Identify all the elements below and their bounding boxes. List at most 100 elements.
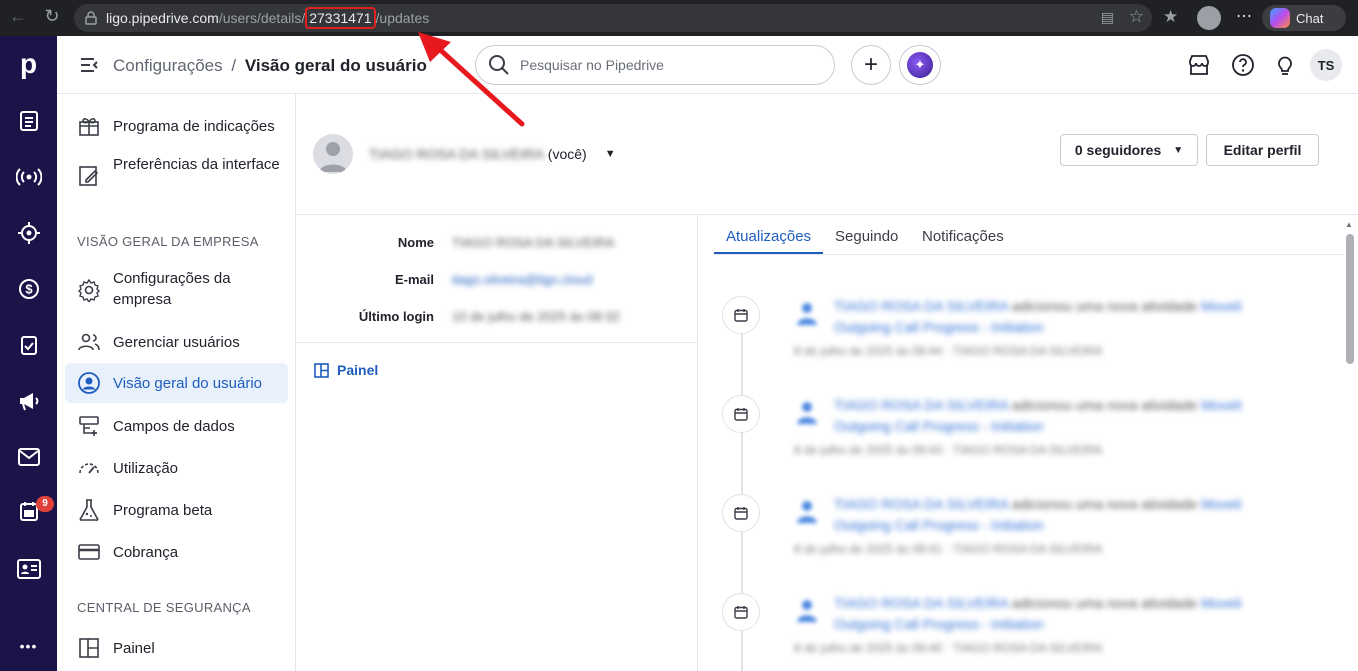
- sidebar-item-label: Programa de indicações: [113, 117, 275, 135]
- profile-avatar-icon[interactable]: [1197, 6, 1221, 30]
- last-login-value: 10 de julho de 2025 às 08:32: [452, 309, 620, 324]
- feed-item: TIAGO ROSA DA SILVEIRA adicionou uma nov…: [794, 593, 1274, 663]
- panel-link-label: Painel: [337, 362, 379, 378]
- caret-down-icon[interactable]: ▼: [605, 148, 616, 160]
- nav-deals-icon[interactable]: $: [0, 269, 57, 309]
- feed-actor[interactable]: TIAGO ROSA DA SILVEIRA: [834, 397, 1008, 413]
- feed-meta: 8 de julho de 2025 às 09:44 · TIAGO ROSA…: [794, 344, 1103, 358]
- dashboard-icon: [79, 638, 99, 658]
- person-icon: [797, 402, 817, 424]
- panel-link[interactable]: Painel: [314, 362, 378, 378]
- sidebar-item-company-settings[interactable]: Configurações da empresa: [65, 268, 288, 312]
- scroll-up-icon[interactable]: ▲: [1345, 220, 1353, 229]
- address-bar[interactable]: ligo.pipedrive.com/users/details/2733147…: [74, 4, 1152, 32]
- edit-profile-button[interactable]: Editar perfil: [1206, 134, 1319, 166]
- feed-item: TIAGO ROSA DA SILVEIRA adicionou uma nov…: [794, 296, 1274, 366]
- reload-icon[interactable]: ↻: [38, 6, 66, 27]
- you-label: (você): [547, 146, 587, 162]
- feed-meta: 8 de julho de 2025 às 09:40 · TIAGO ROSA…: [794, 641, 1103, 655]
- scrollbar-thumb[interactable]: [1346, 234, 1354, 364]
- followers-dropdown-button[interactable]: 0 seguidores ▼: [1060, 134, 1198, 166]
- search-input[interactable]: Pesquisar no Pipedrive: [475, 45, 835, 85]
- credit-card-icon: [78, 544, 100, 560]
- nav-more-icon[interactable]: •••: [0, 626, 57, 666]
- nav-broadcast-icon[interactable]: [0, 157, 57, 197]
- gift-icon: [79, 118, 99, 136]
- settings-sidebar: Programa de indicações Preferências da i…: [57, 94, 296, 671]
- plus-icon: +: [863, 51, 878, 78]
- users-icon: [78, 333, 100, 351]
- sidebar-item-interface-preferences[interactable]: Preferências da interface: [65, 154, 288, 198]
- site-info-icon[interactable]: [84, 11, 98, 25]
- sidebar-item-manage-users[interactable]: Gerenciar usuários: [65, 328, 288, 356]
- section-heading-company: VISÃO GERAL DA EMPRESA: [77, 234, 259, 249]
- quick-add-button[interactable]: +: [851, 45, 891, 85]
- pipedrive-logo[interactable]: p: [0, 44, 57, 84]
- more-menu-icon[interactable]: ⋯: [1236, 6, 1252, 26]
- tab-following[interactable]: Seguindo: [835, 228, 898, 245]
- search-icon: [489, 55, 509, 75]
- tab-updates[interactable]: Atualizações: [726, 228, 811, 245]
- sidebar-item-beta-program[interactable]: Programa beta: [65, 496, 288, 524]
- nav-calendar-icon[interactable]: 9: [0, 491, 57, 531]
- back-icon[interactable]: ←: [4, 6, 32, 27]
- sidebar-item-data-fields[interactable]: Campos de dados: [65, 412, 288, 440]
- reader-mode-icon[interactable]: ▤: [1101, 9, 1114, 26]
- feed-actor[interactable]: TIAGO ROSA DA SILVEIRA: [834, 298, 1008, 314]
- breadcrumb-parent[interactable]: Configurações: [113, 56, 223, 75]
- user-overview-content: TIAGO ROSA DA SILVEIRA (você) ▼ 0 seguid…: [297, 94, 1358, 671]
- copilot-icon: [1270, 8, 1290, 28]
- activity-calendar-icon: [722, 296, 760, 334]
- gear-icon: [78, 278, 100, 302]
- info-divider: [297, 342, 697, 343]
- notification-badge: 9: [36, 496, 54, 512]
- gauge-icon: [79, 463, 99, 474]
- help-icon[interactable]: [1231, 53, 1255, 77]
- interface-edit-icon: [79, 166, 99, 186]
- email-label: E-mail: [394, 272, 434, 287]
- url-host: ligo.pipedrive.com: [106, 10, 219, 26]
- favorite-star-icon[interactable]: ☆: [1129, 7, 1144, 27]
- person-icon: [797, 600, 817, 622]
- profile-name-header[interactable]: TIAGO ROSA DA SILVEIRA (você) ▼: [369, 146, 616, 162]
- nav-mail-icon[interactable]: [0, 437, 57, 477]
- nav-contacts-icon[interactable]: [0, 549, 57, 589]
- sidebar-item-referral[interactable]: Programa de indicações: [65, 112, 288, 140]
- sidebar-item-usage[interactable]: Utilização: [65, 454, 288, 482]
- tab-notifications[interactable]: Notificações: [922, 228, 1004, 245]
- followers-label: 0 seguidores: [1074, 142, 1162, 158]
- url-path-prefix: /users/details/: [218, 10, 306, 26]
- feed-action: adicionou uma nova atividade: [1008, 496, 1202, 512]
- sidebar-item-user-overview[interactable]: Visão geral do usuário: [65, 363, 288, 403]
- url-user-id-highlight: 27331471: [305, 7, 376, 29]
- email-value[interactable]: tiago.silveira@ligo.cloud: [452, 272, 592, 287]
- sparkle-icon: ✦: [907, 52, 933, 78]
- activity-calendar-icon: [722, 494, 760, 532]
- marketplace-icon[interactable]: [1187, 53, 1211, 77]
- chat-label: Chat: [1296, 10, 1324, 26]
- sidebar-item-label: Preferências da interface: [113, 156, 280, 173]
- person-icon: [797, 501, 817, 523]
- nav-campaigns-icon[interactable]: [0, 381, 57, 421]
- sidebar-item-label: Gerenciar usuários: [113, 333, 240, 351]
- nav-target-icon[interactable]: [0, 213, 57, 253]
- nav-leads-icon[interactable]: [0, 101, 57, 141]
- feed-action: adicionou uma nova atividade: [1008, 595, 1202, 611]
- lightbulb-icon[interactable]: [1273, 53, 1297, 77]
- sidebar-item-billing[interactable]: Cobrança: [65, 538, 288, 566]
- sidebar-item-label: Configurações da empresa: [113, 270, 231, 308]
- copilot-chat-button[interactable]: Chat: [1262, 5, 1346, 31]
- feed-actor[interactable]: TIAGO ROSA DA SILVEIRA: [834, 595, 1008, 611]
- header-divider: [297, 214, 1358, 215]
- nav-activities-icon[interactable]: [0, 325, 57, 365]
- sidebar-item-security-dashboard[interactable]: Painel: [65, 634, 288, 662]
- menu-toggle-icon[interactable]: [79, 56, 99, 74]
- flask-icon: [79, 499, 99, 521]
- user-avatar[interactable]: TS: [1310, 49, 1342, 81]
- person-icon: [797, 303, 817, 325]
- feed-scrollbar[interactable]: ▲: [1343, 214, 1355, 671]
- profile-avatar: [313, 134, 353, 174]
- feed-actor[interactable]: TIAGO ROSA DA SILVEIRA: [834, 496, 1008, 512]
- favorites-icon[interactable]: ★: [1163, 7, 1178, 27]
- ai-assistant-button[interactable]: ✦: [899, 45, 941, 85]
